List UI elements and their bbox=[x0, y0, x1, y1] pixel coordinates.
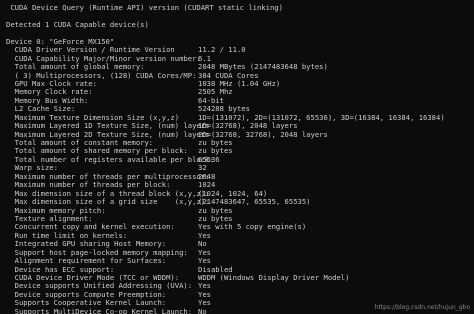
query-header-line: CUDA Device Query (Runtime API) version … bbox=[6, 3, 283, 12]
console-window[interactable]: CUDA Device Query (Runtime API) version … bbox=[0, 0, 474, 314]
property-value: No bbox=[198, 306, 207, 314]
property-value: Yes with 5 copy engine(s) bbox=[198, 222, 307, 232]
property-label: Supports MultiDevice Co-op Kernel Launch… bbox=[6, 306, 193, 314]
property-value: WDDM (Windows Display Driver Model) bbox=[198, 273, 350, 282]
console-output: CUDA Device Query (Runtime API) version … bbox=[6, 3, 470, 314]
watermark-url: https://blog.csdn.net/hujun_gbo bbox=[374, 303, 470, 311]
property-row: Total number of registers available per … bbox=[6, 155, 470, 164]
detected-devices-line: Detected 1 CUDA Capable device(s) bbox=[6, 19, 149, 29]
